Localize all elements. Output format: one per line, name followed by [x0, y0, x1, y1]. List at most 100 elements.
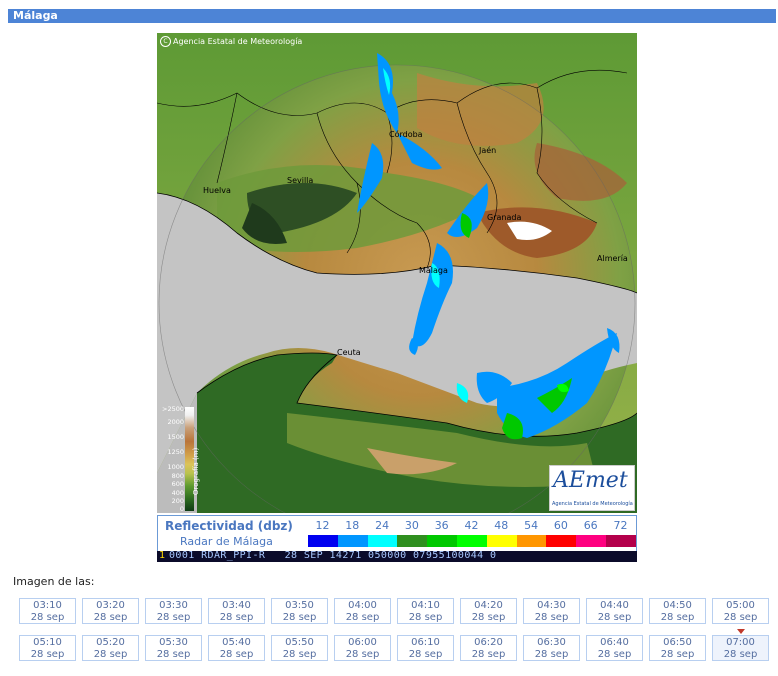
copyright-icon: C: [160, 36, 171, 47]
radar-image: Córdoba Jaén Sevilla Huelva Granada Mála…: [157, 33, 637, 513]
time-option-time: 03:50: [285, 600, 314, 611]
time-option-date: 28 sep: [93, 649, 128, 660]
reflectivity-value: 30: [404, 519, 419, 532]
orography-level: 1000: [167, 463, 184, 471]
time-option[interactable]: 03:30 28 sep: [145, 598, 202, 624]
aemet-logo-subtitle: Agencia Estatal de Meteorología: [552, 501, 633, 507]
time-option[interactable]: 05:40 28 sep: [208, 635, 265, 661]
time-option[interactable]: 05:30 28 sep: [145, 635, 202, 661]
time-option[interactable]: 04:10 28 sep: [397, 598, 454, 624]
orography-level: >2500: [162, 405, 184, 413]
reflectivity-value: 12: [315, 519, 330, 532]
city-label: Ceuta: [337, 348, 361, 357]
orography-legend: >2500 2000 1500 1250 1000 800 600 400 20…: [157, 405, 200, 513]
time-option-date: 28 sep: [534, 649, 569, 660]
time-option[interactable]: 03:40 28 sep: [208, 598, 265, 624]
orography-level: 0: [179, 505, 184, 513]
time-option[interactable]: 06:50 28 sep: [649, 635, 706, 661]
reflectivity-swatch: [546, 535, 577, 547]
time-option-date: 28 sep: [345, 649, 380, 660]
time-option-time: 06:40: [600, 637, 629, 648]
time-option[interactable]: 03:50 28 sep: [271, 598, 328, 624]
page-title: Málaga: [13, 9, 58, 22]
reflectivity-title: Reflectividad (dbz): [165, 519, 293, 533]
strip-text: 0001 RDAR_PPI-R 28 SEP 14271 050000 0795…: [169, 551, 497, 561]
time-option-time: 06:00: [348, 637, 377, 648]
time-option[interactable]: 04:20 28 sep: [460, 598, 517, 624]
orography-level: 1500: [167, 433, 184, 441]
time-option[interactable]: 04:50 28 sep: [649, 598, 706, 624]
time-option-date: 28 sep: [534, 612, 569, 623]
time-option-date: 28 sep: [93, 612, 128, 623]
reflectivity-value: 42: [464, 519, 479, 532]
time-option[interactable]: 04:40 28 sep: [586, 598, 643, 624]
radar-map: Córdoba Jaén Sevilla Huelva Granada Mála…: [157, 33, 637, 513]
radar-info-strip: 1 0001 RDAR_PPI-R 28 SEP 14271 050000 07…: [157, 551, 637, 562]
time-option-time: 06:50: [663, 637, 692, 648]
reflectivity-values: 12 18 24 30 36 42 48 54 60 66 72: [308, 519, 636, 533]
time-option-time: 04:30: [537, 600, 566, 611]
time-option[interactable]: 07:00 28 sep: [712, 635, 769, 661]
time-option[interactable]: 04:00 28 sep: [334, 598, 391, 624]
reflectivity-swatch: [606, 535, 637, 547]
city-label: Granada: [487, 213, 521, 222]
time-option-time: 03:10: [33, 600, 62, 611]
time-option[interactable]: 03:10 28 sep: [19, 598, 76, 624]
reflectivity-swatch: [576, 535, 607, 547]
city-label: Málaga: [419, 266, 448, 275]
time-option-date: 28 sep: [282, 649, 317, 660]
time-option[interactable]: 06:30 28 sep: [523, 635, 580, 661]
time-option-date: 28 sep: [471, 649, 506, 660]
reflectivity-legend: Reflectividad (dbz) Radar de Málaga 12 18…: [157, 515, 637, 552]
orography-level: 200: [171, 497, 184, 505]
city-label: Córdoba: [389, 129, 423, 139]
orography-level: 1250: [167, 448, 184, 456]
title-bar: Málaga: [8, 9, 776, 23]
time-option[interactable]: 04:30 28 sep: [523, 598, 580, 624]
time-option-date: 28 sep: [660, 612, 695, 623]
copyright-notice: C Agencia Estatal de Meteorología: [160, 36, 302, 47]
time-option-time: 04:50: [663, 600, 692, 611]
reflectivity-swatch: [486, 535, 518, 547]
time-option[interactable]: 06:10 28 sep: [397, 635, 454, 661]
time-option-date: 28 sep: [219, 612, 254, 623]
time-option[interactable]: 06:00 28 sep: [334, 635, 391, 661]
reflectivity-swatch: [367, 535, 398, 547]
time-option[interactable]: 03:20 28 sep: [82, 598, 139, 624]
orography-level: 600: [171, 480, 184, 488]
time-option-time: 03:40: [222, 600, 251, 611]
time-option-time: 06:10: [411, 637, 440, 648]
time-option-time: 04:40: [600, 600, 629, 611]
time-option-date: 28 sep: [408, 612, 443, 623]
time-option-time: 03:30: [159, 600, 188, 611]
time-option-time: 04:00: [348, 600, 377, 611]
time-option-time: 05:50: [285, 637, 314, 648]
time-option[interactable]: 05:00 28 sep: [712, 598, 769, 624]
orography-level: 400: [171, 489, 184, 497]
city-label: Huelva: [203, 186, 231, 195]
time-option-date: 28 sep: [345, 612, 380, 623]
time-option[interactable]: 05:10 28 sep: [19, 635, 76, 661]
reflectivity-swatch: [397, 535, 428, 547]
time-option-date: 28 sep: [30, 612, 65, 623]
reflectivity-swatch: [457, 535, 488, 547]
reflectivity-value: 24: [375, 519, 390, 532]
radar-name: Radar de Málaga: [180, 535, 273, 548]
time-option-date: 28 sep: [471, 612, 506, 623]
time-option-time: 05:30: [159, 637, 188, 648]
reflectivity-swatches: [308, 535, 637, 547]
time-option[interactable]: 05:50 28 sep: [271, 635, 328, 661]
time-option[interactable]: 05:20 28 sep: [82, 635, 139, 661]
reflectivity-value: 48: [494, 519, 509, 532]
reflectivity-swatch: [516, 535, 547, 547]
time-option[interactable]: 06:20 28 sep: [460, 635, 517, 661]
time-option-date: 28 sep: [723, 612, 758, 623]
reflectivity-value: 60: [553, 519, 568, 532]
time-option-time: 04:20: [474, 600, 503, 611]
time-option-time: 05:20: [96, 637, 125, 648]
time-option-time: 05:00: [726, 600, 755, 611]
orography-level: 800: [171, 472, 184, 480]
time-option-date: 28 sep: [408, 649, 443, 660]
current-time-marker-icon: [737, 629, 745, 634]
time-option[interactable]: 06:40 28 sep: [586, 635, 643, 661]
